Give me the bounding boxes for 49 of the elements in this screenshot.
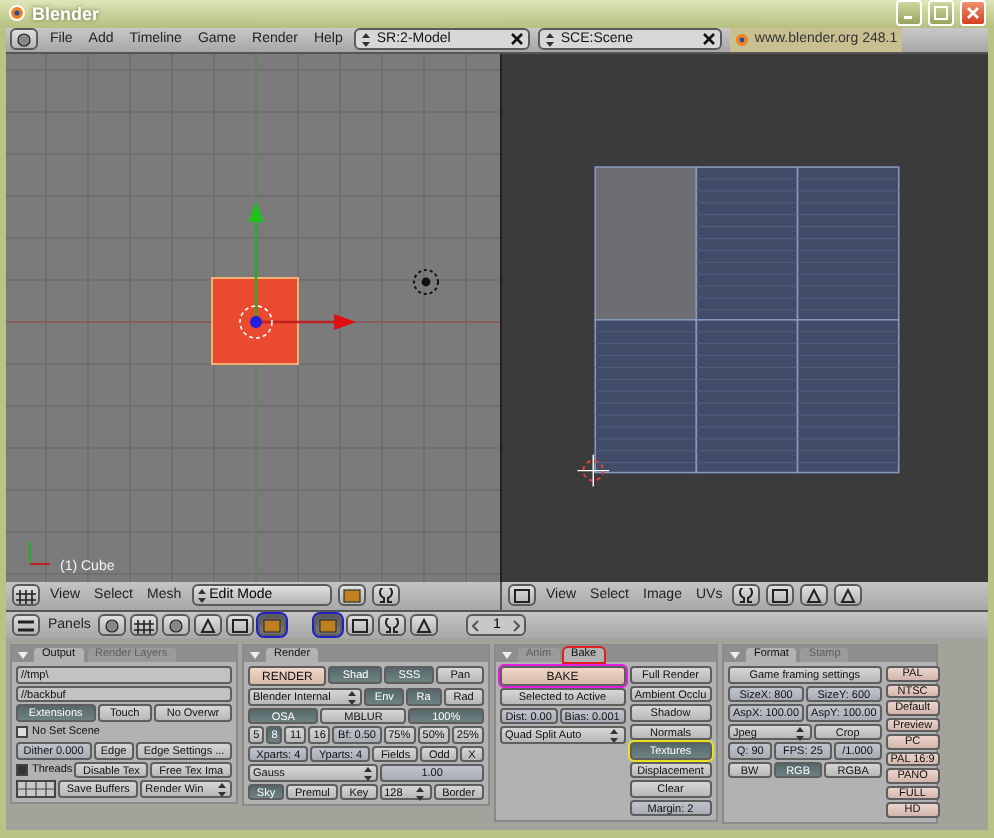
sub-context-icon[interactable] (410, 614, 439, 637)
checkbox[interactable] (16, 726, 28, 739)
app-logo-icon (734, 31, 751, 48)
minimize-button[interactable] (896, 0, 922, 27)
collapse-triangle-icon (248, 647, 262, 662)
square-icon[interactable] (766, 584, 795, 607)
updown-arrow-icon (215, 782, 227, 799)
updown-arrow-icon (414, 785, 427, 802)
maximize-button[interactable] (928, 0, 954, 27)
window-title: Blender (32, 3, 102, 24)
axis-icon (29, 540, 51, 565)
context-icon[interactable] (98, 614, 127, 637)
updown-arrow-icon (361, 766, 374, 783)
context-icon[interactable] (130, 614, 159, 637)
updown-arrow-icon (360, 31, 373, 48)
collapse-triangle-icon (500, 647, 514, 662)
app-logo-icon (8, 4, 26, 23)
pivot-icon[interactable] (371, 584, 400, 607)
updown-arrow-icon (195, 587, 208, 604)
close-icon (702, 32, 717, 47)
cursor-icon (576, 453, 610, 487)
collapse-triangle-icon (16, 647, 30, 662)
updown-arrow-icon (345, 690, 358, 707)
context-icon[interactable] (226, 614, 255, 637)
pivot-icon[interactable] (732, 584, 761, 607)
sub-context-icon[interactable] (346, 614, 375, 637)
triangle-icon[interactable] (800, 584, 829, 607)
context-icon[interactable] (194, 614, 223, 637)
updown-arrow-icon (794, 725, 807, 742)
collapse-triangle-icon (728, 647, 742, 662)
layers-grid-icon[interactable] (16, 780, 56, 799)
close-icon (966, 6, 980, 21)
grid-icon[interactable] (12, 584, 40, 607)
triangle-icon[interactable] (834, 584, 863, 607)
checkbox[interactable] (16, 764, 28, 777)
maximize-icon (934, 6, 948, 21)
cube-icon[interactable] (337, 584, 366, 607)
lamp-icon[interactable] (413, 268, 439, 295)
info-icon[interactable] (10, 28, 38, 51)
updown-arrow-icon (608, 728, 620, 745)
sub-context-icon[interactable] (378, 614, 407, 637)
updown-arrow-icon (544, 31, 557, 48)
image-icon[interactable] (508, 584, 536, 607)
window-type-icon[interactable] (12, 614, 40, 637)
context-icon[interactable] (162, 614, 191, 637)
selected-cube[interactable] (211, 276, 299, 365)
close-icon (510, 32, 525, 47)
close-button[interactable] (960, 0, 986, 27)
uv-mesh-drawing[interactable] (594, 165, 900, 473)
